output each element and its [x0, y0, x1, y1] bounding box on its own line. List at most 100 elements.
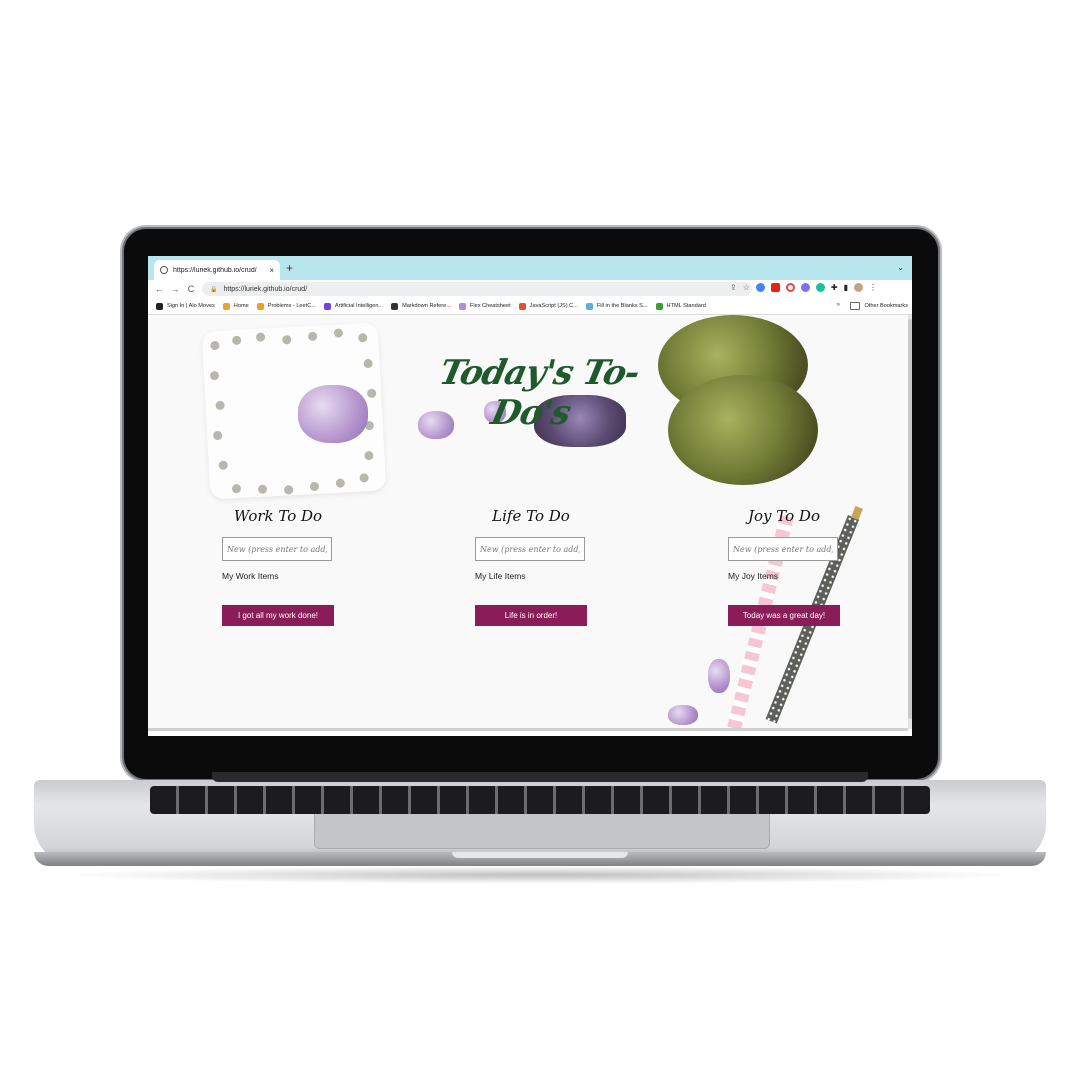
tab-title: https://luriek.github.io/crud/ [173, 266, 257, 274]
bookmark-favicon-icon [222, 302, 230, 310]
column-work: Work To Do My Work Items I got all my wo… [222, 507, 334, 626]
dish-dot [282, 335, 292, 345]
dish-dot [215, 400, 225, 411]
globe-icon [160, 266, 168, 274]
work-done-button[interactable]: I got all my work done! [222, 605, 334, 626]
page-viewport: Today's To-Do's Work To Do My Work Items… [148, 315, 908, 729]
dish-dot [366, 388, 377, 399]
address-bar[interactable]: 🔒 https://luriek.github.io/crud/ [202, 282, 752, 296]
dish-dot [359, 473, 369, 483]
dish-dot [210, 340, 220, 351]
amethyst-stone-image [668, 705, 698, 725]
work-items-label: My Work Items [222, 571, 279, 581]
work-new-item-input[interactable] [222, 537, 332, 561]
puzzle-extensions-icon[interactable]: ✚ [831, 283, 838, 292]
laptop-trackpad [314, 814, 770, 849]
forward-button[interactable]: → [170, 284, 180, 294]
bookmark-label: Problems - LeetC... [267, 303, 316, 309]
joy-new-item-input[interactable] [728, 537, 838, 561]
browser-toolbar: ← → C 🔒 https://luriek.github.io/crud/ ⇪… [148, 280, 912, 298]
column-heading: Life To Do [492, 507, 570, 525]
dish-dot [212, 430, 223, 441]
bookmark-item[interactable]: Artificial Intelligen... [323, 302, 384, 310]
lock-icon: 🔒 [210, 286, 218, 293]
bookmark-item[interactable]: HTML Standard [655, 302, 706, 310]
url-text: https://luriek.github.io/crud/ [223, 285, 308, 293]
column-heading: Work To Do [233, 507, 323, 525]
grammarly-extension-icon[interactable] [815, 283, 825, 292]
bookmark-favicon-icon [391, 302, 399, 310]
bookmark-item[interactable]: Markdown Refere... [391, 302, 451, 310]
browser-window: https://luriek.github.io/crud/ × + ⌄ ← →… [148, 256, 912, 736]
bookmark-item[interactable]: Fill in the Blanks S... [585, 302, 648, 310]
back-button[interactable]: ← [154, 284, 164, 294]
column-heading: Joy To Do [748, 507, 820, 525]
joy-done-button[interactable]: Today was a great day! [728, 605, 840, 626]
tab-search-chevron-icon[interactable]: ⌄ [897, 263, 904, 272]
new-tab-button[interactable]: + [286, 261, 293, 275]
bookmark-item[interactable]: JavaScript (JS) C... [518, 302, 578, 310]
bookmark-favicon-icon [518, 302, 526, 310]
pen-tip-image [851, 505, 863, 521]
menu-kebab-icon[interactable]: ⋮ [869, 283, 877, 292]
bookmark-label: Flex Cheatsheet [469, 303, 511, 309]
bookmark-label: Sign In | Alo Moves [167, 303, 215, 309]
dish-dot [364, 450, 374, 461]
laptop-notch [452, 852, 628, 858]
other-bookmarks-label: Other Bookmarks [864, 303, 908, 309]
sidepanel-icon[interactable]: ▮ [844, 283, 848, 292]
page-title: Today's To-Do's [435, 353, 643, 433]
column-life: Life To Do My Life Items Life is in orde… [475, 507, 587, 626]
life-items-label: My Life Items [475, 571, 526, 581]
column-joy: Joy To Do My Joy Items Today was a great… [728, 507, 840, 626]
dish-dot [218, 460, 228, 471]
dish-dot [363, 358, 373, 369]
laptop-hinge [212, 772, 868, 782]
share-icon[interactable]: ⇪ [730, 283, 737, 292]
folder-icon [850, 302, 861, 310]
joy-items-label: My Joy Items [728, 571, 779, 581]
bookmark-item[interactable]: Home [222, 302, 249, 310]
vertical-scrollbar[interactable] [908, 315, 912, 729]
toolbar-icons: ⇪ ☆ ✚ ▮ ⋮ [730, 283, 877, 292]
bookmark-favicon-icon [655, 302, 663, 310]
bookmark-item[interactable]: Sign In | Alo Moves [156, 302, 215, 310]
amethyst-stone-image [708, 659, 730, 693]
other-bookmarks-folder[interactable]: Other Bookmarks [850, 298, 908, 314]
bookmark-favicon-icon [256, 302, 264, 310]
bookmark-label: HTML Standard [666, 303, 706, 309]
reload-button[interactable]: C [186, 284, 196, 294]
succulent-image [668, 375, 818, 485]
youtube-extension-icon[interactable] [770, 283, 780, 292]
dish-dot [307, 331, 318, 342]
horizontal-scrollbar[interactable] [148, 728, 908, 731]
close-tab-icon[interactable]: × [269, 266, 274, 275]
bookmark-favicon-icon [323, 302, 331, 310]
life-done-button[interactable]: Life is in order! [475, 605, 587, 626]
tab-crud[interactable]: https://luriek.github.io/crud/ × [154, 260, 280, 280]
dish-dot [231, 335, 242, 346]
dish-dot [335, 478, 346, 488]
bookmark-favicon-icon [458, 302, 466, 310]
record-extension-icon[interactable] [785, 283, 795, 292]
laptop-shadow [60, 866, 1020, 884]
bookmark-favicon-icon [156, 302, 163, 310]
bookmarks-overflow-icon[interactable]: » [837, 302, 840, 308]
tab-bar: https://luriek.github.io/crud/ × + ⌄ [148, 256, 912, 280]
bookmark-label: Markdown Refere... [402, 303, 451, 309]
life-new-item-input[interactable] [475, 537, 585, 561]
amethyst-cluster-image [298, 385, 368, 443]
google-extension-icon[interactable] [755, 283, 765, 292]
dish-dot [333, 328, 344, 338]
bookmark-label: JavaScript (JS) C... [529, 303, 578, 309]
bookmark-item[interactable]: Problems - LeetC... [256, 302, 316, 310]
gear-extension-icon[interactable] [800, 283, 810, 292]
avatar[interactable] [853, 283, 863, 292]
laptop-keyboard [150, 786, 930, 814]
dish-dot [257, 484, 268, 494]
bookmark-item[interactable]: Flex Cheatsheet [458, 302, 511, 310]
bookmarks-bar: Sign In | Alo Moves Home Problems - LeetC.… [148, 298, 912, 315]
bookmark-star-icon[interactable]: ☆ [743, 283, 750, 292]
dish-dot [255, 332, 266, 342]
bookmark-label: Artificial Intelligen... [334, 303, 384, 309]
